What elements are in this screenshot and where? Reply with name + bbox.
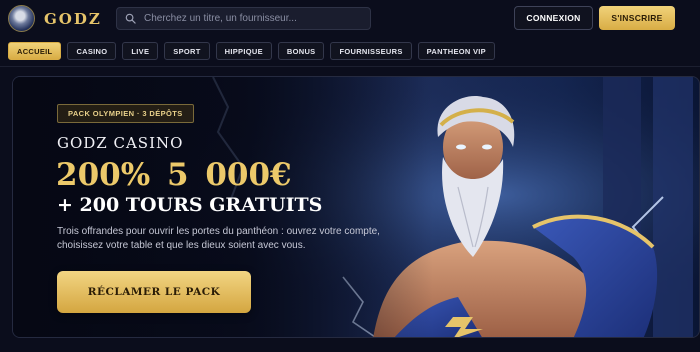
- hero-title: GODZ CASINO: [57, 134, 184, 152]
- tab-fournisseurs[interactable]: FOURNISSEURS: [330, 42, 412, 60]
- search-bar[interactable]: [116, 7, 371, 30]
- tab-live[interactable]: LIVE: [122, 42, 159, 60]
- tab-hippique[interactable]: HIPPIQUE: [215, 42, 272, 60]
- brand-name: GODZ: [44, 9, 102, 28]
- hero-banner[interactable]: PACK OLYMPIEN · 3 DÉPÔTS GODZ CASINO 200…: [12, 76, 700, 338]
- free-spins-text: + 200 TOURS GRATUITS: [57, 194, 323, 216]
- tab-sport[interactable]: SPORT: [164, 42, 210, 60]
- bonus-amount: 200% 5 000€: [56, 157, 292, 193]
- tab-accueil[interactable]: ACCUEIL: [8, 42, 62, 60]
- claim-pack-button[interactable]: RÉCLAMER LE PACK: [57, 271, 251, 313]
- top-header: GODZ CONNEXION S'INSCRIRE: [0, 0, 700, 36]
- promo-badge: PACK OLYMPIEN · 3 DÉPÔTS: [57, 104, 194, 123]
- tab-bonus[interactable]: BONUS: [277, 42, 325, 60]
- header-divider: [0, 66, 700, 67]
- login-button[interactable]: CONNEXION: [514, 6, 593, 30]
- hero-description: Trois offrandes pour ouvrir les portes d…: [57, 226, 380, 251]
- search-input[interactable]: [144, 13, 364, 24]
- zeus-avatar-icon: [8, 5, 35, 32]
- main-nav: ACCUEIL CASINO LIVE SPORT HIPPIQUE BONUS…: [8, 42, 495, 60]
- tab-pantheon-vip[interactable]: PANTHEON VIP: [417, 42, 495, 60]
- search-icon: [125, 13, 136, 24]
- signup-button[interactable]: S'INSCRIRE: [599, 6, 675, 30]
- tab-casino[interactable]: CASINO: [67, 42, 117, 60]
- brand-logo[interactable]: GODZ: [8, 5, 102, 32]
